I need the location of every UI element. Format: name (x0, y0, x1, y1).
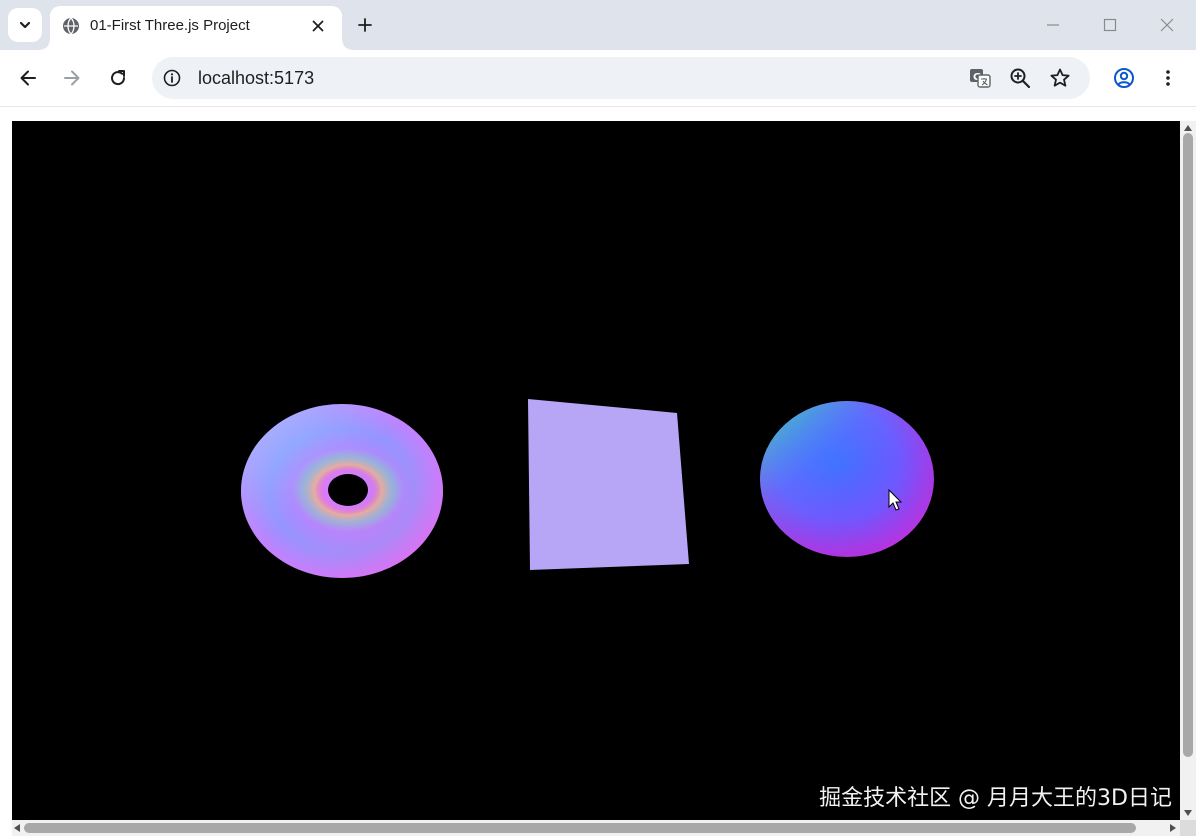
tab-strip: 01-First Three.js Project (0, 0, 1196, 50)
watermark: 掘金技术社区 @ 月月大王的3D日记 (819, 786, 1172, 811)
horizontal-scrollbar[interactable] (12, 820, 1180, 836)
profile-button[interactable] (1110, 64, 1138, 92)
tab-title: 01-First Three.js Project (90, 17, 250, 34)
minimize-icon (1047, 24, 1059, 26)
translate-button[interactable]: G (968, 66, 992, 90)
globe-icon (63, 17, 79, 35)
scene (241, 399, 934, 578)
maximize-icon (1103, 18, 1117, 32)
forward-arrow-icon (64, 70, 80, 86)
back-arrow-icon (20, 70, 36, 86)
zoom-icon (1010, 68, 1031, 89)
translate-icon: G (970, 69, 991, 88)
reload-icon (111, 70, 126, 86)
toolbar: localhost:5173 G (0, 50, 1196, 106)
site-info-button[interactable] (162, 68, 182, 88)
profile-icon (1114, 68, 1134, 88)
info-icon (163, 69, 181, 87)
torus-mesh (241, 404, 443, 578)
horizontal-scroll-thumb[interactable] (24, 823, 1136, 833)
address-bar[interactable]: localhost:5173 G (152, 57, 1090, 99)
close-tab-button[interactable] (308, 16, 328, 36)
menu-button[interactable] (1154, 64, 1182, 92)
close-icon (312, 20, 324, 32)
maximize-button[interactable] (1097, 12, 1123, 38)
scroll-left-arrow-icon[interactable] (14, 824, 20, 832)
tab-search-button[interactable] (8, 8, 42, 42)
minimize-button[interactable] (1040, 12, 1066, 38)
forward-button[interactable] (58, 64, 86, 92)
scrollbar-corner (1180, 820, 1196, 836)
tab-active[interactable]: 01-First Three.js Project (40, 6, 352, 50)
kebab-menu-icon (1166, 70, 1170, 86)
plus-icon (358, 18, 372, 32)
close-window-button[interactable] (1154, 12, 1180, 38)
zoom-button[interactable] (1008, 66, 1032, 90)
webgl-canvas[interactable]: 掘金技术社区 @ 月月大王的3D日记 (12, 121, 1180, 820)
vertical-scroll-thumb[interactable] (1183, 133, 1193, 757)
reload-button[interactable] (104, 64, 132, 92)
bookmark-button[interactable] (1048, 66, 1072, 90)
new-tab-button[interactable] (352, 12, 378, 38)
scroll-right-arrow-icon[interactable] (1170, 824, 1176, 832)
sphere-mesh (760, 401, 934, 557)
close-window-icon (1160, 18, 1174, 32)
scroll-up-arrow-icon[interactable] (1184, 125, 1192, 131)
back-button[interactable] (14, 64, 42, 92)
scroll-down-arrow-icon[interactable] (1184, 810, 1192, 816)
star-icon (1050, 68, 1070, 87)
address-url[interactable]: localhost:5173 (198, 68, 314, 89)
plane-mesh (528, 399, 689, 570)
chevron-down-icon (19, 21, 31, 29)
toolbar-divider (0, 106, 1196, 107)
vertical-scrollbar[interactable] (1180, 121, 1196, 820)
